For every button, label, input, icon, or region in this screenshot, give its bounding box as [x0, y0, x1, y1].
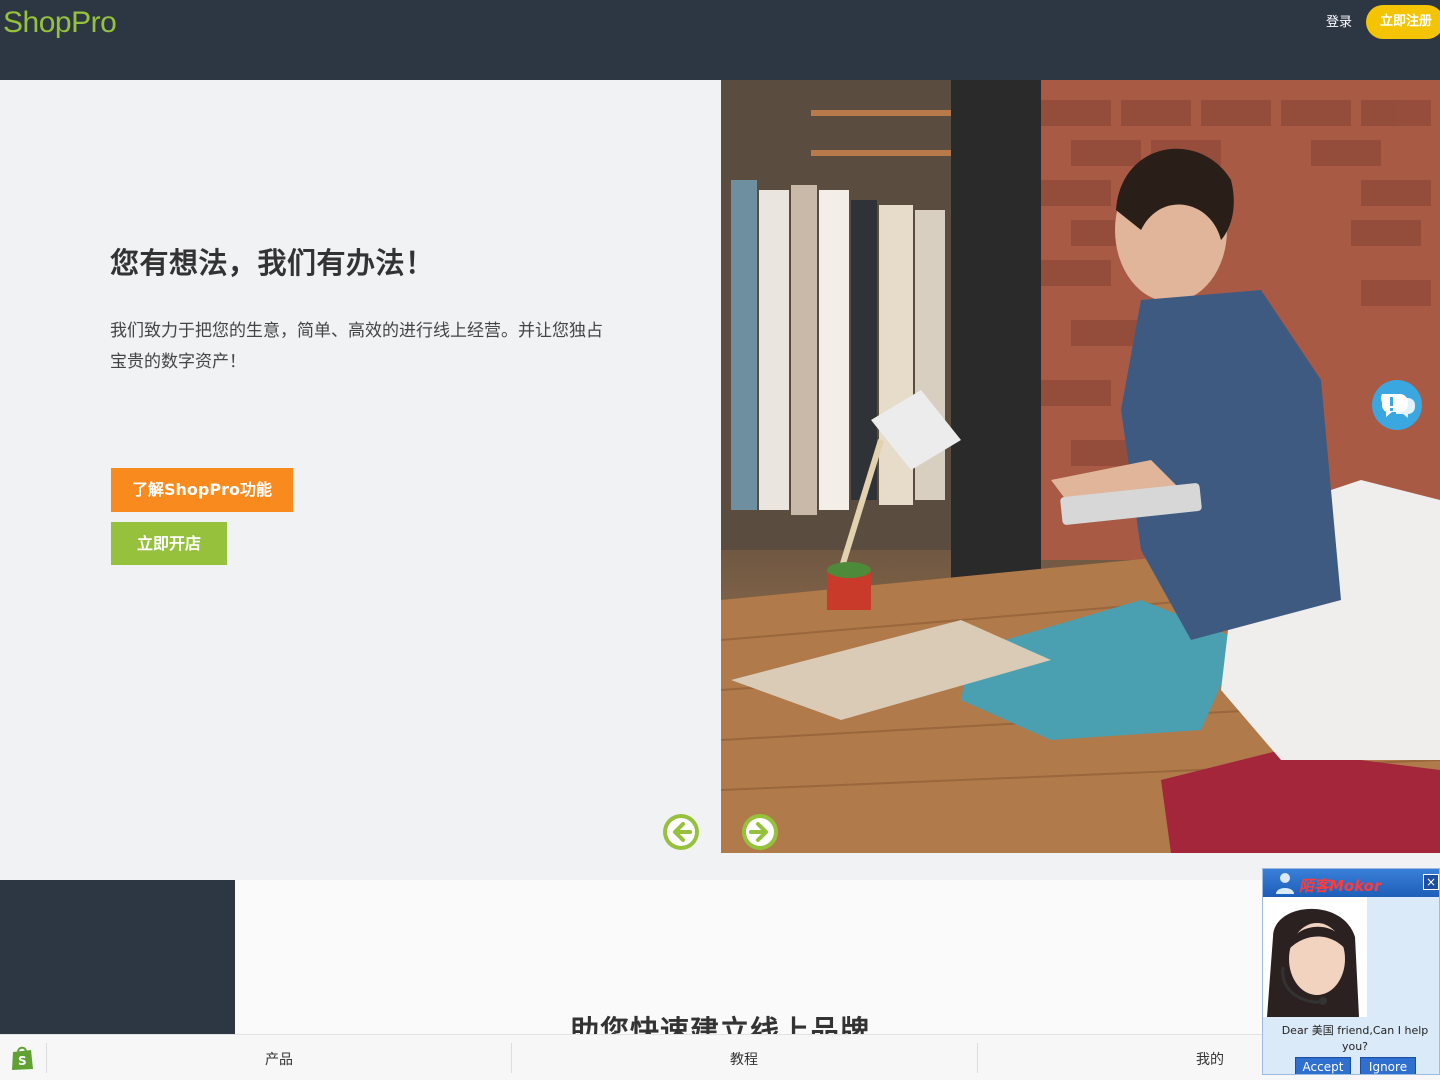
- shopping-bag-icon[interactable]: S: [10, 1045, 34, 1071]
- arrow-left-icon: [667, 818, 695, 846]
- open-store-button[interactable]: 立即开店: [111, 522, 227, 565]
- learn-features-button[interactable]: 了解ShopPro功能: [111, 468, 293, 512]
- carousel-prev-button[interactable]: [663, 814, 699, 850]
- chat-bubble-icon: [1380, 394, 1415, 418]
- top-header: ShopPro 登录 立即注册: [0, 0, 1440, 80]
- nav-divider: [977, 1043, 978, 1073]
- logo[interactable]: ShopPro: [3, 6, 117, 40]
- hero-description: 我们致力于把您的生意，简单、高效的进行线上经营。并让您独占宝贵的数字资产！: [110, 321, 603, 372]
- signup-button[interactable]: 立即注册: [1366, 5, 1440, 39]
- live-chat-widget: 陌客Mokor × Dear 美国 friend,Can I help you?…: [1262, 868, 1440, 1075]
- hero-image: [721, 80, 1440, 853]
- close-icon[interactable]: ×: [1423, 874, 1439, 890]
- ignore-button[interactable]: Ignore: [1360, 1057, 1416, 1074]
- hero-section: 您有想法，我们有办法！ 我们致力于把您的生意，简单、高效的进行线上经营。并让您独…: [0, 80, 1440, 880]
- feedback-button[interactable]: [1372, 380, 1422, 430]
- widget-header: 陌客Mokor ×: [1263, 869, 1439, 897]
- bottom-nav: S 产品 教程 我的: [0, 1034, 1440, 1080]
- widget-brand: 陌客Mokor: [1299, 877, 1382, 895]
- nav-divider: [46, 1043, 47, 1073]
- login-link[interactable]: 登录: [1326, 14, 1352, 32]
- nav-item-products[interactable]: 产品: [265, 1049, 293, 1069]
- widget-message: Dear 美国 friend,Can I help you?: [1281, 1024, 1429, 1053]
- accept-button[interactable]: Accept: [1295, 1057, 1351, 1074]
- nav-item-mine[interactable]: 我的: [1196, 1049, 1224, 1069]
- nav-divider: [511, 1043, 512, 1073]
- agent-icon: [1276, 873, 1294, 894]
- svg-text:S: S: [18, 1054, 27, 1068]
- nav-item-tutorials[interactable]: 教程: [730, 1049, 758, 1069]
- arrow-right-icon: [746, 818, 774, 846]
- agent-photo: [1263, 897, 1367, 1017]
- hero-title: 您有想法，我们有办法！: [110, 246, 435, 280]
- carousel-next-button[interactable]: [742, 814, 778, 850]
